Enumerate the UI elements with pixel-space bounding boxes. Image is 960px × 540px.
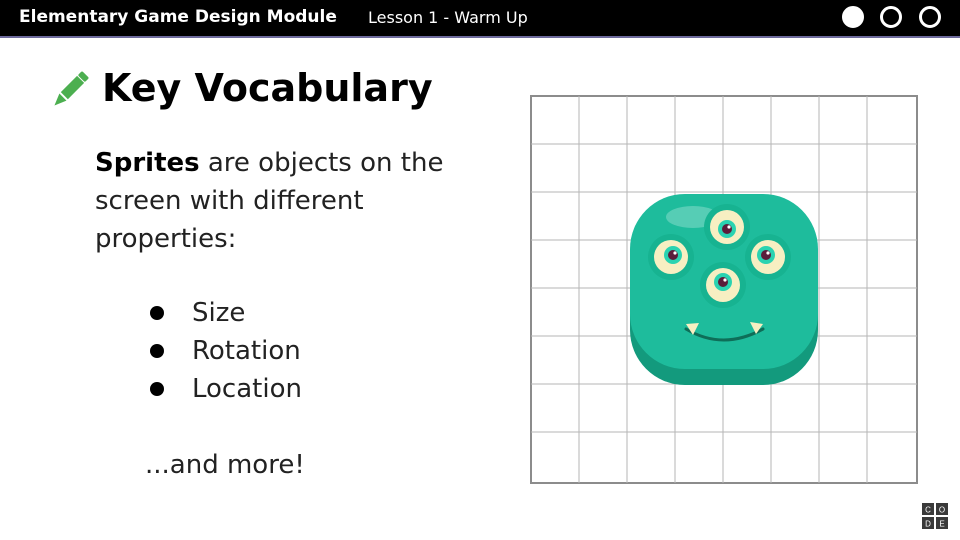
logo-letter: E: [939, 520, 944, 529]
logo-letter: D: [925, 520, 931, 529]
progress-dot-completed[interactable]: [842, 6, 864, 28]
logo-letter: O: [939, 506, 945, 515]
lesson-title: Lesson 1 - Warm Up: [368, 8, 528, 27]
header-bar: Elementary Game Design Module Lesson 1 -…: [0, 0, 960, 38]
eye-icon: [700, 262, 746, 308]
bullet-icon: [150, 382, 164, 396]
closing-text: ...and more!: [145, 450, 305, 480]
sprite-grid-illustration: [530, 95, 918, 484]
code-logo: C O D E: [922, 503, 948, 529]
eye-icon: [704, 204, 750, 250]
progress-dot[interactable]: [919, 6, 941, 28]
progress-dot[interactable]: [880, 6, 902, 28]
pencil-icon: [54, 71, 89, 106]
module-title: Elementary Game Design Module: [19, 7, 337, 27]
monster-sprite: [630, 194, 818, 385]
property-label: Location: [192, 374, 302, 404]
definition-text: Sprites are objects on the screen with d…: [95, 144, 495, 258]
bullet-icon: [150, 306, 164, 320]
logo-letter: C: [925, 506, 931, 515]
eye-icon: [745, 234, 791, 280]
bullet-icon: [150, 344, 164, 358]
property-label: Size: [192, 298, 246, 328]
slide-title: Key Vocabulary: [102, 66, 433, 110]
property-label: Rotation: [192, 336, 301, 366]
vocabulary-term: Sprites: [95, 148, 200, 178]
eye-icon: [648, 234, 694, 280]
